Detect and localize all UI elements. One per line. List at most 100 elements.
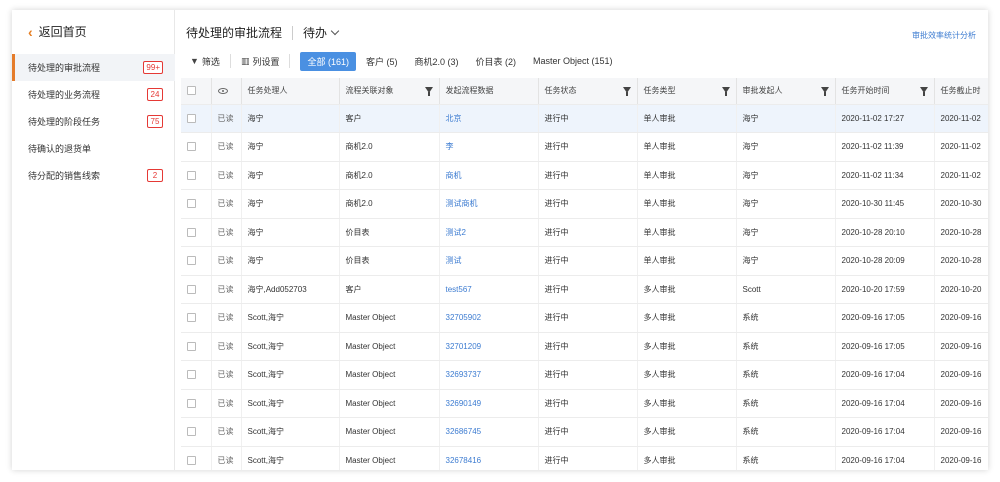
data-link[interactable]: test567 — [439, 275, 539, 304]
table-row[interactable]: 已读 海宁 价目表 测试 进行中 单人审批 海宁 2020-10-28 20:09 2020-1… — [181, 246, 988, 276]
efficiency-analysis-link[interactable]: 审批效率统计分析 — [912, 30, 976, 41]
filter-icon[interactable] — [424, 87, 433, 96]
table-row[interactable]: 已读 海宁 商机2.0 李进行中 单人审批 海宁 2020-11-02 11:39 2020-… — [181, 132, 988, 162]
filter-icon[interactable] — [820, 87, 829, 96]
sidebar-item[interactable]: 待确认的退货单 — [12, 135, 175, 162]
row-checkbox[interactable] — [187, 227, 196, 237]
row-checkbox-cell[interactable] — [181, 446, 212, 470]
row-checkbox-cell[interactable] — [181, 389, 212, 418]
row-checkbox[interactable] — [187, 142, 196, 152]
table-row[interactable]: 已读 Scott,海宁 Master Object 32678416 进行中 多人审批 系统… — [181, 446, 988, 470]
row-checkbox-cell[interactable] — [181, 332, 212, 361]
row-checkbox-cell[interactable] — [181, 104, 212, 133]
filter-button[interactable]: ▼ 筛选 — [186, 55, 224, 68]
table-row[interactable]: 已读 Scott,海宁 Master Object 32693737 进行中 多人审批 系统… — [181, 360, 988, 390]
row-checkbox-cell[interactable] — [181, 132, 212, 162]
object-tab[interactable]: 商机2.0 (3) — [408, 52, 466, 71]
start-time-cell: 2020-10-28 20:10 — [835, 218, 935, 247]
read-status-cell: 已读 — [211, 417, 242, 447]
filter-icon[interactable] — [622, 87, 631, 96]
row-checkbox[interactable] — [187, 341, 196, 351]
object-tab[interactable]: 客户 (5) — [359, 52, 405, 71]
col-header-start[interactable]: 任务开始时间 — [835, 78, 935, 105]
col-header-type[interactable]: 任务类型 — [637, 78, 737, 105]
row-checkbox[interactable] — [187, 313, 196, 323]
sidebar-item[interactable]: 待处理的业务流程 24 — [12, 81, 175, 108]
sidebar-item[interactable]: 待分配的销售线索 2 — [12, 162, 175, 189]
row-checkbox[interactable] — [187, 199, 196, 209]
table-row[interactable]: 已读 海宁 商机2.0 测试商机 进行中 单人审批 海宁 2020-10-30 11:45 20… — [181, 189, 988, 219]
data-link[interactable]: 32705902 — [439, 303, 539, 333]
object-tab[interactable]: 全部 (161) — [300, 51, 356, 71]
app-window: ‹ 返回首页 待处理的审批流程 99+ 待处理的业务流程 24 待处理的阶段任务 75 待确… — [12, 10, 988, 470]
status-filter-dropdown[interactable]: 待办 — [303, 24, 340, 41]
state-cell: 进行中 — [538, 189, 638, 219]
row-checkbox-cell[interactable] — [181, 417, 212, 447]
select-all-checkbox-cell[interactable] — [181, 78, 212, 105]
row-checkbox[interactable] — [187, 427, 196, 437]
row-checkbox[interactable] — [187, 455, 196, 465]
initiator-cell: 系统 — [736, 389, 836, 418]
col-header-state[interactable]: 任务状态 — [538, 78, 638, 105]
row-checkbox[interactable] — [187, 370, 196, 380]
filter-icon[interactable] — [919, 87, 928, 96]
column-settings-button[interactable]: ▥ 列设置 — [237, 55, 284, 68]
col-header-data[interactable]: 发起流程数据 — [439, 78, 539, 105]
end-time-cell: 2020-11-02 — [934, 104, 988, 133]
data-link[interactable]: 32678416 — [439, 446, 539, 470]
data-link[interactable]: 32693737 — [439, 360, 539, 390]
sidebar-item[interactable]: 待处理的阶段任务 75 — [12, 108, 175, 135]
table-row[interactable]: 已读 Scott,海宁 Master Object 32701209 进行中 多人审批 系统… — [181, 332, 988, 361]
table-row[interactable]: 已读 海宁 商机2.0 商机 进行中 单人审批 海宁 2020-11-02 11:34 2020… — [181, 161, 988, 190]
row-checkbox-cell[interactable] — [181, 275, 212, 304]
col-header-handler[interactable]: 任务处理人 — [241, 78, 340, 105]
handler-cell: 海宁 — [241, 132, 340, 162]
data-link[interactable]: 商机 — [439, 161, 539, 190]
data-link[interactable]: 32686745 — [439, 417, 539, 447]
col-header-initiator[interactable]: 审批发起人 — [736, 78, 836, 105]
data-link[interactable]: 北京 — [439, 104, 539, 133]
table-row[interactable]: 已读 Scott,海宁 Master Object 32705902 进行中 多人审批 系统… — [181, 303, 988, 333]
type-cell: 多人审批 — [637, 275, 737, 304]
sidebar-item-label: 待处理的业务流程 — [28, 90, 101, 100]
table-row[interactable]: 已读 海宁,Add052703 客户 test567 进行中 多人审批 Scott 2020-… — [181, 275, 988, 304]
start-time-cell: 2020-10-30 11:45 — [835, 189, 935, 219]
initiator-cell: 海宁 — [736, 189, 836, 219]
row-checkbox-cell[interactable] — [181, 161, 212, 190]
data-link[interactable]: 测试商机 — [439, 189, 539, 219]
back-home-link[interactable]: ‹ 返回首页 — [28, 23, 87, 40]
row-checkbox[interactable] — [187, 170, 196, 180]
sidebar-item[interactable]: 待处理的审批流程 99+ — [12, 54, 175, 81]
select-all-checkbox[interactable] — [187, 86, 196, 96]
table-row[interactable]: 已读 海宁 客户 北京 进行中 单人审批 海宁 2020-11-02 17:27 2020-11… — [181, 104, 988, 133]
type-cell: 单人审批 — [637, 218, 737, 247]
table-row[interactable]: 已读 海宁 价目表 测试2 进行中 单人审批 海宁 2020-10-28 20:10 2020-… — [181, 218, 988, 247]
data-link[interactable]: 测试 — [439, 246, 539, 276]
row-checkbox-cell[interactable] — [181, 360, 212, 390]
initiator-cell: Scott — [736, 275, 836, 304]
data-link[interactable]: 李 — [439, 132, 539, 162]
col-header-object[interactable]: 流程关联对象 — [339, 78, 440, 105]
row-checkbox[interactable] — [187, 256, 196, 266]
row-checkbox[interactable] — [187, 284, 196, 294]
row-checkbox-cell[interactable] — [181, 189, 212, 219]
row-checkbox-cell[interactable] — [181, 303, 212, 333]
object-cell: 价目表 — [339, 246, 440, 276]
sidebar-item-label: 待确认的退货单 — [28, 144, 92, 154]
row-checkbox[interactable] — [187, 113, 196, 123]
end-time-cell: 2020-09-16 — [934, 417, 988, 447]
row-checkbox-cell[interactable] — [181, 218, 212, 247]
col-header-end[interactable]: 任务截止时 — [934, 78, 988, 105]
start-time-cell: 2020-09-16 17:04 — [835, 417, 935, 447]
data-link[interactable]: 32690149 — [439, 389, 539, 418]
filter-icon[interactable] — [721, 87, 730, 96]
object-tab[interactable]: 价目表 (2) — [469, 52, 524, 71]
table-row[interactable]: 已读 Scott,海宁 Master Object 32686745 进行中 多人审批 系统… — [181, 417, 988, 447]
start-time-cell: 2020-09-16 17:04 — [835, 360, 935, 390]
data-link[interactable]: 测试2 — [439, 218, 539, 247]
table-row[interactable]: 已读 Scott,海宁 Master Object 32690149 进行中 多人审批 系统… — [181, 389, 988, 418]
data-link[interactable]: 32701209 — [439, 332, 539, 361]
row-checkbox[interactable] — [187, 398, 196, 408]
object-tab[interactable]: Master Object (151) — [526, 53, 620, 69]
row-checkbox-cell[interactable] — [181, 246, 212, 276]
